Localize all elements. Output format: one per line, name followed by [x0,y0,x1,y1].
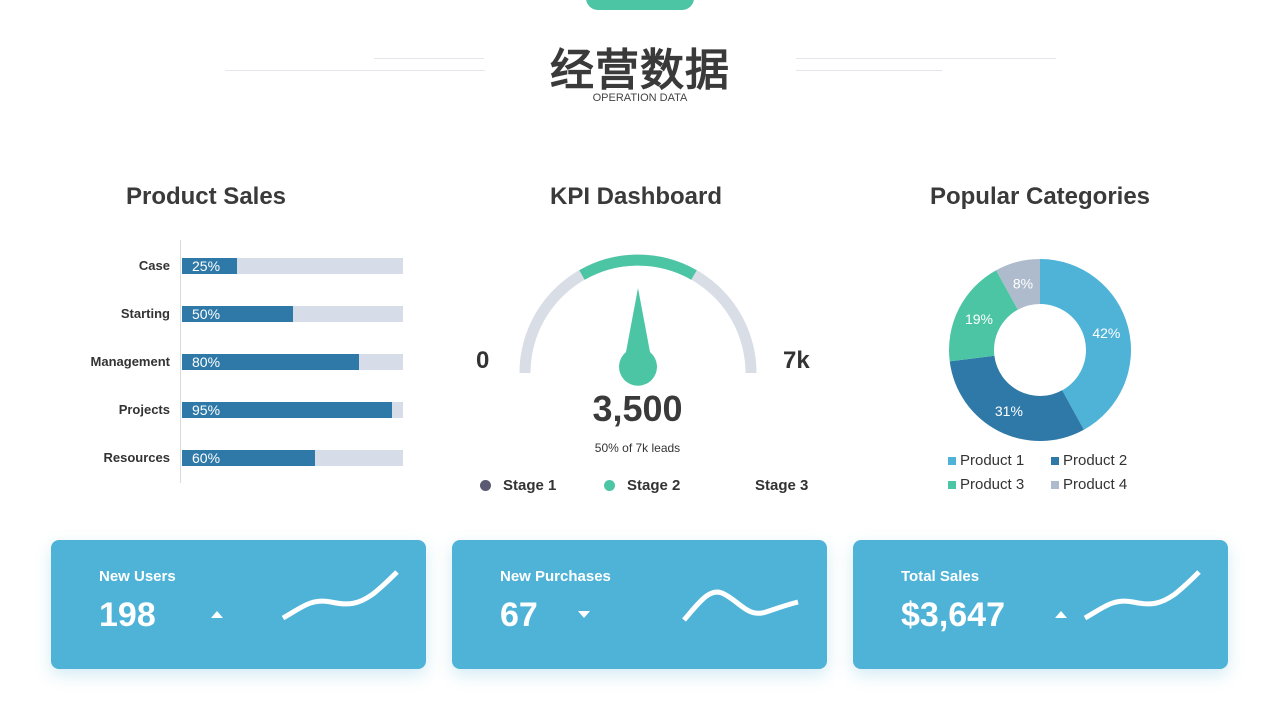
legend-product-2: Product 2 [1051,452,1127,469]
popular-categories-donut: 42% 31% 19% 8% [949,259,1131,441]
kpi-gauge [519,254,757,386]
card-label: Total Sales [901,568,980,585]
product-sales-title: Product Sales [125,183,287,210]
gauge-needle [619,288,657,386]
legend-label: Product 1 [960,452,1025,469]
bar-row-case: Case 25% [60,258,405,274]
bar-row-management: Management 80% [60,354,405,370]
legend-product-1: Product 1 [948,452,1024,469]
bar-track: 80% [182,354,403,370]
bar-track: 50% [182,306,403,322]
bar-label: Resources [103,450,170,465]
stage-3-label: Stage 3 [755,477,809,494]
bar-track: 60% [182,450,403,466]
trend-up-icon [1055,611,1067,618]
gauge-progress-arc [579,254,697,280]
donut-label-3: 19% [965,311,993,327]
header-tab-decoration [586,0,694,10]
bar-percent: 25% [192,258,221,274]
page-title: 经营数据 [550,45,730,96]
stage-1-label: Stage 1 [503,477,557,494]
card-label: New Users [99,568,176,585]
page-subtitle: OPERATION DATA [592,92,688,104]
stage-2-legend: Stage 2 [604,477,680,494]
gauge-min-label: 0 [476,347,490,374]
bar-label: Starting [120,306,170,321]
donut-label-1: 42% [1092,325,1120,341]
legend-swatch [948,480,956,489]
bar-label: Case [138,258,170,273]
stage-2-label: Stage 2 [627,477,681,494]
donut-label-4: 8% [1013,276,1033,292]
sparkline-icon [1083,570,1201,621]
legend-label: Product 2 [1063,452,1128,469]
card-total-sales[interactable]: Total Sales $3,647 [853,540,1228,669]
trend-up-icon [211,611,223,618]
popular-categories-title: Popular Categories [929,183,1151,210]
kpi-dashboard-title: KPI Dashboard [549,183,723,210]
legend-swatch [1051,456,1059,465]
bar-percent: 80% [192,354,221,370]
bar-row-starting: Starting 50% [60,306,405,322]
card-new-users[interactable]: New Users 198 [51,540,426,669]
gauge-caption: 50% of 7k leads [594,441,681,455]
sparkline-icon [682,589,799,622]
gauge-max-label: 7k [783,347,810,374]
legend-swatch [948,456,956,465]
card-value: 67 [500,596,538,634]
card-new-purchases[interactable]: New Purchases 67 [452,540,827,669]
card-value: 198 [99,596,156,634]
bar-percent: 50% [192,306,221,322]
bar-percent: 95% [192,402,221,418]
stage-3-legend: Stage 3 [755,477,808,494]
stage-2-dot [604,480,615,491]
legend-product-4: Product 4 [1051,476,1127,493]
bar-row-projects: Projects 95% [60,402,405,418]
bar-track: 25% [182,258,403,274]
legend-product-3: Product 3 [948,476,1024,493]
bar-row-resources: Resources 60% [60,450,405,466]
bar-label: Management [90,354,170,369]
stage-1-legend: Stage 1 [480,477,556,494]
card-label: New Purchases [500,568,611,585]
bar-label: Projects [118,402,170,417]
bar-track: 95% [182,402,403,418]
sparkline-icon [281,570,399,621]
donut-slice-2 [949,355,1084,441]
legend-label: Product 4 [1063,476,1128,493]
bar-percent: 60% [192,450,221,466]
gauge-value: 3,500 [592,388,683,429]
legend-label: Product 3 [960,476,1025,493]
stage-1-dot [480,480,491,491]
card-value: $3,647 [901,596,1005,634]
trend-down-icon [578,611,590,618]
donut-label-2: 31% [995,403,1023,419]
legend-swatch [1051,480,1059,489]
